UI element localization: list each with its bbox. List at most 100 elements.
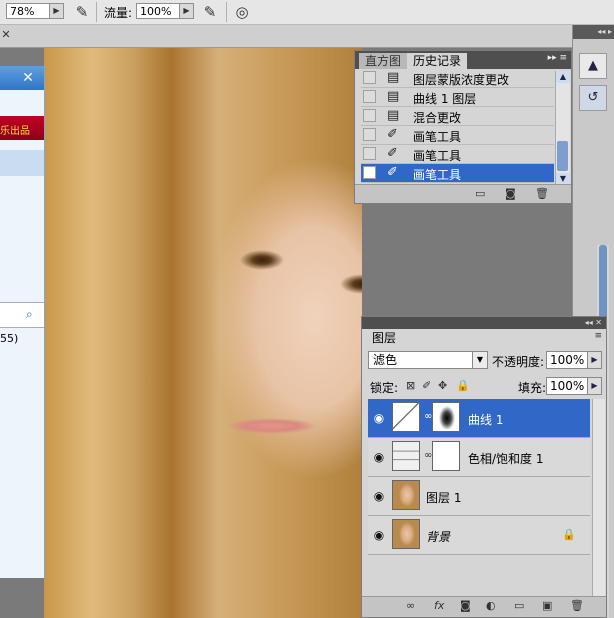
options-bar: 78% ▶ ✎ 流量: 100% ▶ ✎ ◎ bbox=[0, 0, 614, 25]
history-row[interactable]: ✐ 画笔工具 bbox=[361, 126, 554, 145]
airbrush-icon[interactable]: ✎ bbox=[72, 2, 92, 22]
background-thumbnail bbox=[392, 519, 420, 549]
blend-mode-select[interactable]: 滤色 ▼ bbox=[368, 351, 488, 369]
opacity-input[interactable]: 78% bbox=[6, 3, 50, 19]
layer-row-photo[interactable]: ◉ 图层 1 bbox=[368, 477, 590, 516]
lock-image-pixels-icon[interactable]: ✐ bbox=[422, 379, 431, 392]
text-fragment: 55) bbox=[0, 332, 19, 345]
hue-saturation-thumbnail bbox=[392, 441, 420, 471]
panel-menu-icon[interactable]: ▸▸ ≡ bbox=[548, 53, 567, 63]
add-mask-icon[interactable]: ◙ bbox=[460, 599, 471, 612]
airbrush-toggle-icon[interactable]: ✎ bbox=[200, 2, 220, 22]
fill-input[interactable]: 100% bbox=[546, 377, 588, 395]
search-box[interactable]: ⌕ bbox=[0, 302, 44, 328]
new-group-icon[interactable]: ▭ bbox=[514, 599, 524, 612]
layer-name: 图层 1 bbox=[426, 491, 462, 505]
tablet-pressure-icon[interactable]: ◎ bbox=[232, 2, 252, 22]
snapshot-checkbox[interactable] bbox=[363, 71, 376, 84]
snapshot-checkbox[interactable] bbox=[363, 90, 376, 103]
histogram-icon[interactable]: ▲ bbox=[579, 53, 607, 79]
layer-mask-thumbnail[interactable] bbox=[432, 441, 460, 471]
scroll-up-icon[interactable]: ▲ bbox=[556, 71, 570, 83]
document-icon: ▤ bbox=[387, 70, 400, 85]
history-row[interactable]: ✐ 画笔工具 bbox=[361, 145, 554, 164]
document-icon: ▤ bbox=[387, 89, 400, 104]
layers-panel-footer: ∞ fx ◙ ◐ ▭ ▣ 🗑 bbox=[362, 596, 606, 617]
panel-menu-icon[interactable]: ≡ bbox=[594, 331, 602, 341]
layer-thumbnail bbox=[392, 480, 420, 510]
fill-label: 填充: bbox=[518, 381, 547, 395]
flow-label: 流量: bbox=[104, 6, 133, 20]
lock-all-icon[interactable]: 🔒 bbox=[456, 379, 470, 392]
snapshot-checkbox[interactable] bbox=[363, 128, 376, 141]
brush-icon: ✐ bbox=[387, 146, 398, 161]
opacity-dropdown-arrow[interactable]: ▶ bbox=[50, 3, 64, 19]
camera-snapshot-icon[interactable]: ◙ bbox=[505, 187, 516, 200]
brush-icon: ✐ bbox=[387, 127, 398, 142]
history-panel: 直方图 历史记录 ▸▸ ≡ ▤ 图层蒙版浓度更改 ▤ 曲线 1 图层 ▤ 混合更… bbox=[354, 50, 572, 204]
lock-icon: 🔒 bbox=[562, 528, 576, 541]
banner-text: 乐出品 bbox=[0, 126, 30, 137]
history-row[interactable]: ▤ 混合更改 bbox=[361, 107, 554, 126]
scroll-thumb[interactable] bbox=[557, 141, 568, 171]
layer-name: 色相/饱和度 1 bbox=[468, 452, 544, 466]
lock-label: 锁定: bbox=[370, 381, 399, 395]
tab-layers[interactable]: 图层 bbox=[366, 329, 403, 347]
background-browser-window: ✕ 乐出品 ⌕ 55) bbox=[0, 66, 45, 578]
search-icon[interactable]: ⌕ bbox=[26, 307, 33, 322]
history-scrollbar[interactable]: ▲ ▼ bbox=[555, 71, 570, 185]
history-row[interactable]: ▤ 曲线 1 图层 bbox=[361, 88, 554, 107]
tab-history[interactable]: 历史记录 bbox=[407, 53, 468, 69]
curves-adjustment-thumbnail bbox=[392, 402, 420, 432]
layer-style-icon[interactable]: fx bbox=[434, 599, 444, 612]
opacity-label: 不透明度: bbox=[492, 355, 545, 369]
history-state-marker-icon[interactable] bbox=[363, 166, 376, 179]
history-row-label: 曲线 1 图层 bbox=[413, 92, 477, 106]
eye-icon[interactable]: ◉ bbox=[370, 448, 388, 466]
flow-input[interactable]: 100% bbox=[136, 3, 180, 19]
link-layers-icon[interactable]: ∞ bbox=[406, 599, 415, 612]
history-row-selected[interactable]: ✐ 画笔工具 bbox=[361, 164, 554, 183]
layer-row-hue-saturation[interactable]: ◉ ∞ 色相/饱和度 1 bbox=[368, 438, 590, 477]
layer-name: 背景 bbox=[426, 530, 451, 544]
flow-dropdown-arrow[interactable]: ▶ bbox=[180, 3, 194, 19]
snapshot-checkbox[interactable] bbox=[363, 109, 376, 122]
close-icon[interactable]: ✕ bbox=[0, 29, 12, 41]
tab-histogram[interactable]: 直方图 bbox=[359, 53, 408, 69]
layers-panel-header[interactable]: ◂◂ ✕ bbox=[362, 317, 606, 329]
separator bbox=[96, 2, 97, 22]
chevron-down-icon[interactable]: ▼ bbox=[472, 352, 487, 368]
banner: 乐出品 bbox=[0, 116, 44, 140]
history-row-label: 混合更改 bbox=[413, 111, 462, 125]
close-icon[interactable]: ✕ bbox=[20, 70, 36, 86]
lock-transparent-pixels-icon[interactable]: ⊠ bbox=[406, 379, 415, 392]
eye-icon[interactable]: ◉ bbox=[370, 409, 388, 427]
layer-mask-thumbnail[interactable] bbox=[432, 402, 460, 432]
eye-icon[interactable]: ◉ bbox=[370, 526, 388, 544]
history-row-label: 画笔工具 bbox=[413, 130, 462, 144]
layers-scrollbar[interactable] bbox=[592, 399, 605, 599]
new-document-from-state-icon[interactable]: ▭ bbox=[475, 187, 485, 200]
lock-position-icon[interactable]: ✥ bbox=[438, 379, 447, 392]
history-row[interactable]: ▤ 图层蒙版浓度更改 bbox=[361, 69, 554, 88]
canvas-photo[interactable] bbox=[44, 48, 362, 618]
eye-icon[interactable]: ◉ bbox=[370, 487, 388, 505]
new-layer-icon[interactable]: ▣ bbox=[542, 599, 552, 612]
opacity-slider-arrow[interactable]: ▶ bbox=[588, 351, 602, 369]
separator bbox=[226, 2, 227, 22]
snapshot-checkbox[interactable] bbox=[363, 147, 376, 160]
layer-opacity-input[interactable]: 100% bbox=[546, 351, 588, 369]
trash-icon[interactable]: 🗑 bbox=[535, 187, 549, 200]
fill-slider-arrow[interactable]: ▶ bbox=[588, 377, 602, 395]
document-icon: ▤ bbox=[387, 108, 400, 123]
history-icon[interactable]: ↺ bbox=[579, 85, 607, 111]
trash-icon[interactable]: 🗑 bbox=[570, 599, 584, 612]
adjustment-layer-icon[interactable]: ◐ bbox=[486, 599, 496, 612]
layer-name: 曲线 1 bbox=[468, 413, 504, 427]
document-tab-bar: ✕ bbox=[0, 25, 574, 48]
window-tab[interactable] bbox=[0, 150, 44, 176]
layer-row-background[interactable]: ◉ 背景 🔒 bbox=[368, 516, 590, 555]
history-row-label: 画笔工具 bbox=[413, 168, 462, 182]
layer-row-curves[interactable]: ◉ ∞ 曲线 1 bbox=[368, 399, 590, 438]
dock-header[interactable]: ◂◂ ▸ bbox=[573, 25, 614, 39]
